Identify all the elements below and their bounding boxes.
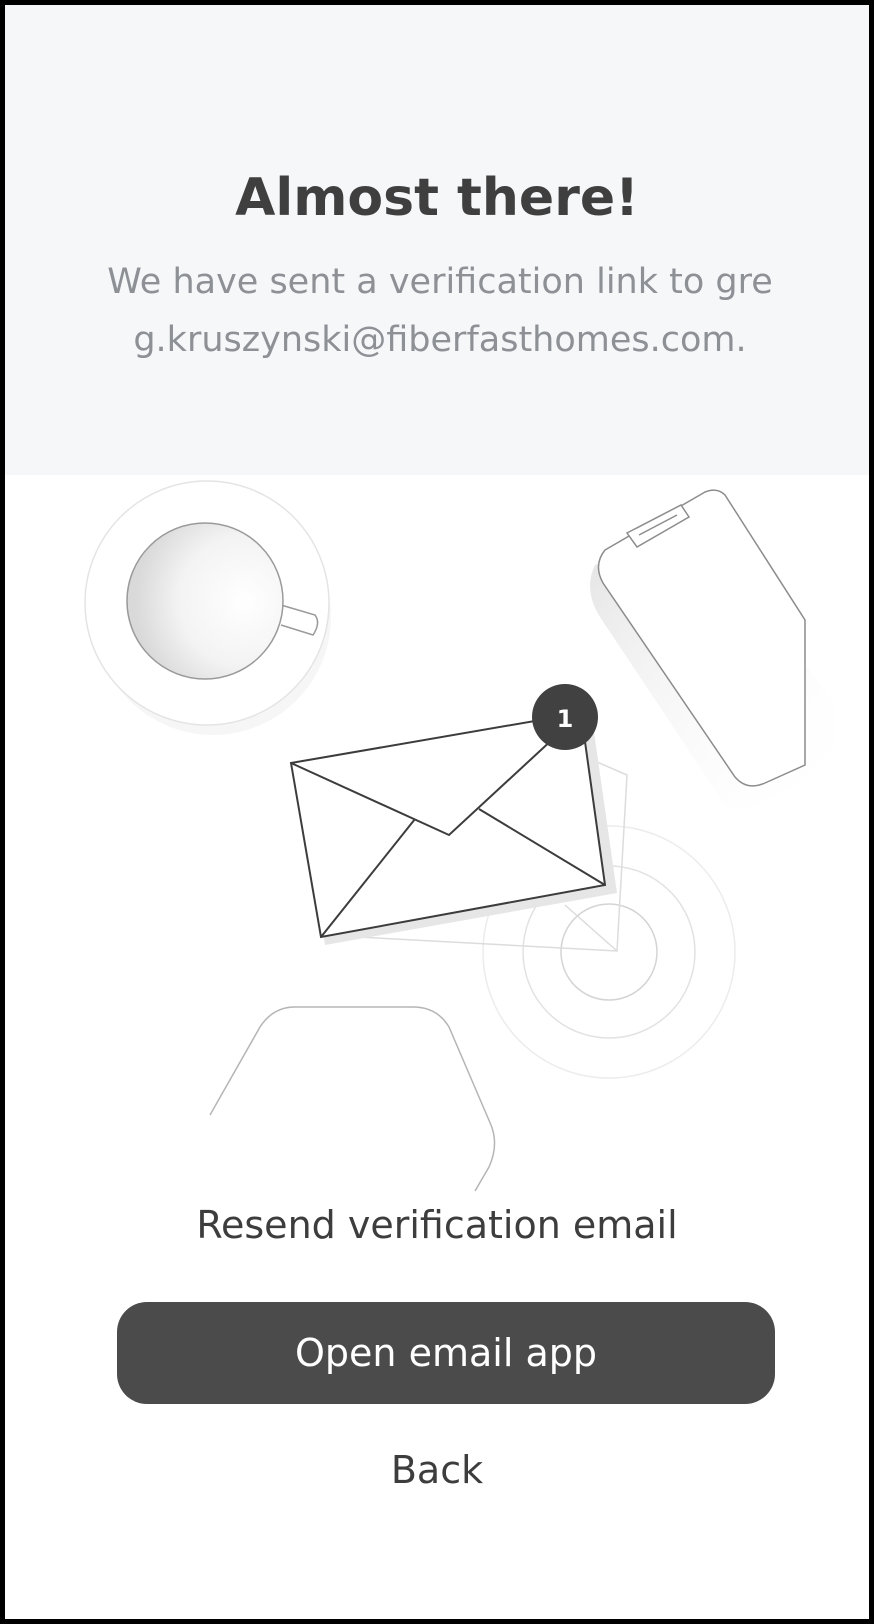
- email-illustration: 1: [84, 480, 835, 1192]
- smartphone-icon: [590, 489, 835, 809]
- notification-count: 1: [557, 705, 574, 733]
- resend-verification-link[interactable]: Resend verification email: [5, 1200, 869, 1250]
- header-panel: Almost there! We have sent a verificatio…: [5, 5, 869, 475]
- open-email-app-label: Open email app: [295, 1331, 597, 1375]
- verification-message: We have sent a verification link to greg…: [107, 262, 773, 360]
- open-email-app-button[interactable]: Open email app: [117, 1302, 775, 1404]
- notification-badge: 1: [532, 684, 598, 750]
- hexagon-decor: [209, 1006, 496, 1192]
- coffee-cup-icon: [84, 480, 331, 735]
- page-title: Almost there!: [235, 168, 639, 228]
- back-link[interactable]: Back: [5, 1445, 869, 1495]
- verification-screen: Almost there! We have sent a verificatio…: [5, 5, 869, 1619]
